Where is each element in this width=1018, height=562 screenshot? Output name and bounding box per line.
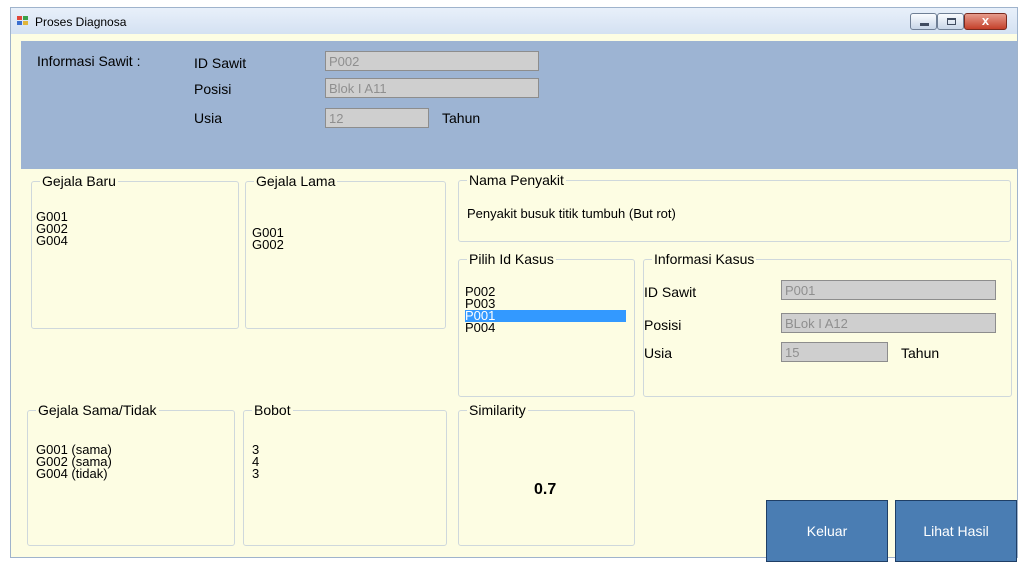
nama-penyakit-group: Nama Penyakit Penyakit busuk titik tumbu… bbox=[458, 172, 1011, 242]
minimize-button[interactable] bbox=[910, 13, 937, 30]
id-sawit-field[interactable]: P002 bbox=[325, 51, 539, 71]
gejala-baru-group: Gejala Baru G001 G002 G004 bbox=[31, 173, 239, 329]
posisi-label: Posisi bbox=[194, 81, 232, 97]
gejala-baru-list[interactable]: G001 G002 G004 bbox=[36, 210, 68, 247]
gejala-lama-list[interactable]: G001 G002 bbox=[252, 226, 284, 251]
gejala-lama-title: Gejala Lama bbox=[256, 173, 336, 189]
proses-diagnosa-window: Proses Diagnosa x Informasi Sawit : ID S… bbox=[10, 7, 1018, 562]
gejala-lama-group: Gejala Lama G001 G002 bbox=[245, 173, 446, 329]
gejala-baru-title: Gejala Baru bbox=[42, 173, 116, 189]
maximize-button[interactable] bbox=[937, 13, 964, 30]
bobot-title: Bobot bbox=[254, 402, 291, 418]
lihat-hasil-button[interactable]: Lihat Hasil bbox=[895, 500, 1017, 562]
kasus-usia-label: Usia bbox=[644, 345, 673, 361]
list-item[interactable]: P004 bbox=[465, 321, 626, 334]
gejala-sama-tidak-list[interactable]: G001 (sama) G002 (sama) G004 (tidak) bbox=[36, 443, 112, 480]
app-window-icon bbox=[17, 16, 31, 26]
list-item[interactable]: G004 bbox=[36, 234, 68, 247]
maximize-icon bbox=[947, 18, 956, 25]
tahun-label: Tahun bbox=[442, 110, 481, 126]
list-item[interactable]: G002 bbox=[252, 238, 284, 251]
nama-penyakit-value: Penyakit busuk titik tumbuh (But rot) bbox=[467, 206, 676, 221]
kasus-tahun-label: Tahun bbox=[901, 345, 940, 361]
similarity-value: 0.7 bbox=[534, 481, 557, 498]
pilih-id-kasus-list[interactable]: P002 P003 P001 P004 bbox=[465, 285, 626, 334]
similarity-title: Similarity bbox=[469, 402, 526, 418]
gejala-sama-tidak-title: Gejala Sama/Tidak bbox=[38, 402, 157, 418]
kasus-posisi-field[interactable]: BLok I A12 bbox=[781, 313, 996, 333]
bobot-group: Bobot 3 4 3 bbox=[243, 402, 447, 546]
usia-label: Usia bbox=[194, 110, 223, 126]
kasus-id-sawit-label: ID Sawit bbox=[644, 284, 697, 300]
keluar-button[interactable]: Keluar bbox=[766, 500, 888, 562]
minimize-icon bbox=[920, 23, 929, 26]
title-bar[interactable]: Proses Diagnosa x bbox=[11, 8, 1017, 34]
kasus-usia-field[interactable]: 15 bbox=[781, 342, 888, 362]
pilih-id-kasus-group: Pilih Id Kasus P002 P003 P001 P004 bbox=[458, 251, 635, 397]
nama-penyakit-title: Nama Penyakit bbox=[469, 172, 564, 188]
close-button[interactable]: x bbox=[964, 13, 1007, 30]
kasus-posisi-label: Posisi bbox=[644, 317, 682, 333]
informasi-kasus-group: Informasi Kasus ID Sawit P001 Posisi BLo… bbox=[643, 251, 1012, 397]
usia-field[interactable]: 12 bbox=[325, 108, 429, 128]
informasi-sawit-panel: Informasi Sawit : ID Sawit P002 Posisi B… bbox=[21, 41, 1017, 169]
gejala-sama-tidak-group: Gejala Sama/Tidak G001 (sama) G002 (sama… bbox=[27, 402, 235, 546]
posisi-field[interactable]: Blok I A11 bbox=[325, 78, 539, 98]
bobot-list[interactable]: 3 4 3 bbox=[252, 443, 259, 480]
id-sawit-label: ID Sawit bbox=[194, 55, 247, 71]
kasus-id-sawit-field[interactable]: P001 bbox=[781, 280, 996, 300]
close-icon: x bbox=[981, 13, 990, 28]
window-title: Proses Diagnosa bbox=[35, 15, 127, 29]
informasi-sawit-heading: Informasi Sawit : bbox=[37, 53, 141, 69]
informasi-kasus-title: Informasi Kasus bbox=[654, 251, 755, 267]
pilih-id-kasus-title: Pilih Id Kasus bbox=[469, 251, 554, 267]
list-item[interactable]: G004 (tidak) bbox=[36, 467, 112, 480]
list-item[interactable]: 3 bbox=[252, 467, 259, 480]
similarity-group: Similarity 0.7 bbox=[458, 402, 635, 546]
